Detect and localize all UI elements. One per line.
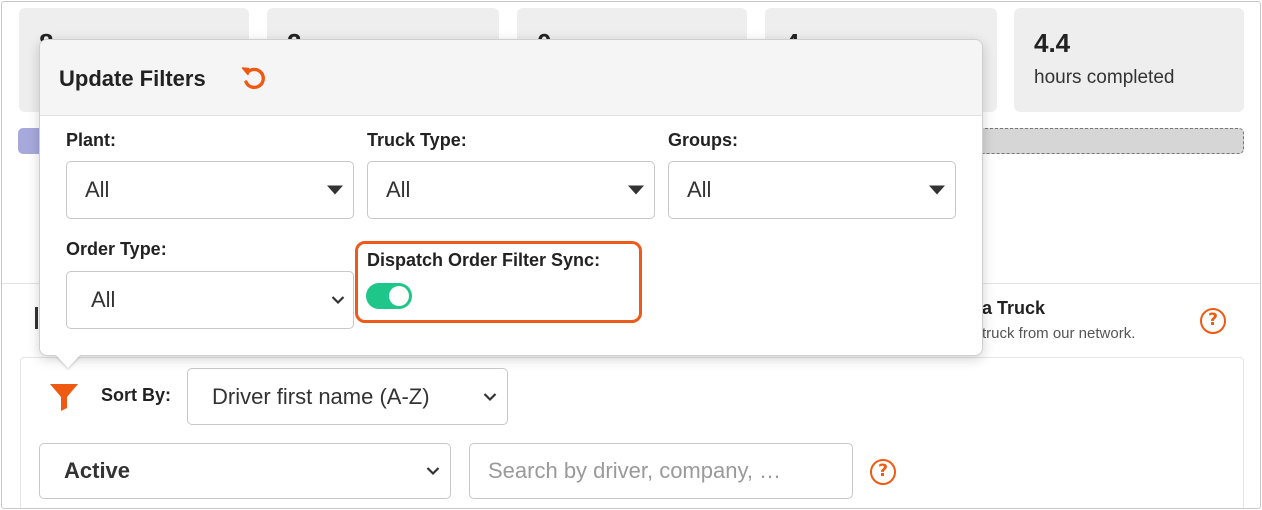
- reset-icon[interactable]: [238, 62, 270, 94]
- progress-bar-remaining: [970, 128, 1244, 154]
- driver-search-input[interactable]: [469, 443, 853, 499]
- truck-type-label: Truck Type:: [367, 130, 467, 150]
- order-type-label: Order Type:: [66, 239, 167, 259]
- groups-value: All: [687, 177, 712, 202]
- plant-label: Plant:: [66, 130, 117, 150]
- order-type-select[interactable]: All: [66, 271, 354, 329]
- sort-by-select[interactable]: Driver first name (A-Z): [187, 368, 508, 425]
- sort-by-value: Driver first name (A-Z): [212, 383, 430, 409]
- sort-by-label: Sort By:: [101, 385, 172, 405]
- help-icon[interactable]: ?: [870, 459, 896, 485]
- plant-select[interactable]: All: [66, 161, 354, 219]
- status-select[interactable]: Active: [39, 443, 451, 499]
- status-value: Active: [64, 458, 131, 483]
- groups-select[interactable]: All: [668, 161, 956, 219]
- stat-value: 4.4: [1034, 28, 1071, 58]
- caret-down-icon: [327, 185, 343, 195]
- stat-card-hours: 4.4 hours completed: [1014, 8, 1244, 112]
- filter-icon[interactable]: [46, 378, 82, 414]
- request-truck-subtitle: truck from our network.: [982, 325, 1136, 342]
- truck-type-value: All: [386, 177, 411, 202]
- chevron-down-icon: [426, 467, 440, 476]
- caret-down-icon: [628, 185, 644, 195]
- toggle-knob: [389, 286, 409, 306]
- section-heading-fragment: [35, 307, 38, 329]
- chevron-down-icon: [331, 296, 345, 305]
- order-type-value: All: [91, 287, 116, 312]
- dispatch-sync-highlight: [355, 241, 642, 323]
- chevron-down-icon: [483, 392, 497, 401]
- popover-arrow: [56, 355, 80, 368]
- app-window: 8 2 0 4 4.4 hours completed a Truck truc…: [1, 1, 1261, 509]
- dispatch-sync-toggle[interactable]: [366, 283, 412, 309]
- plant-value: All: [85, 177, 110, 202]
- help-icon[interactable]: ?: [1200, 308, 1226, 334]
- request-truck-title[interactable]: a Truck: [982, 298, 1045, 319]
- popover-header: Update Filters: [40, 40, 982, 116]
- truck-type-select[interactable]: All: [367, 161, 655, 219]
- caret-down-icon: [929, 185, 945, 195]
- groups-label: Groups:: [668, 130, 738, 150]
- popover-title: Update Filters: [59, 66, 206, 91]
- stat-label: hours completed: [1034, 67, 1175, 88]
